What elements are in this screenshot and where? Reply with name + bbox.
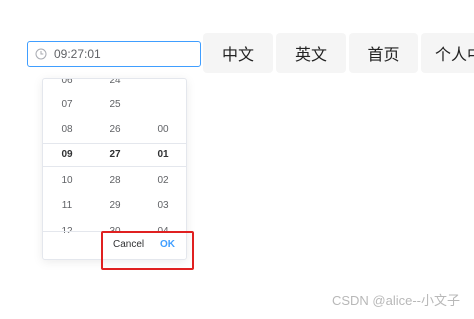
hour-option[interactable]: 06 xyxy=(43,79,91,93)
hour-option[interactable]: 10 xyxy=(43,169,91,193)
top-nav: 中文 英文 首页 个人中 xyxy=(203,33,474,73)
minute-option[interactable]: 25 xyxy=(91,93,139,117)
nav-item-chinese[interactable]: 中文 xyxy=(203,33,273,73)
minute-option[interactable]: 24 xyxy=(91,79,139,93)
nav-item-home[interactable]: 首页 xyxy=(349,33,418,73)
time-input-value: 09:27:01 xyxy=(54,47,101,61)
second-option[interactable]: 03 xyxy=(139,194,186,218)
second-option[interactable]: 02 xyxy=(139,169,186,193)
nav-item-profile[interactable]: 个人中 xyxy=(421,33,474,73)
second-option-selected[interactable]: 01 xyxy=(139,143,186,167)
red-highlight-box xyxy=(101,231,194,270)
clock-icon xyxy=(35,48,47,60)
hour-option[interactable]: 07 xyxy=(43,93,91,117)
watermark: CSDN @alice--小文子 xyxy=(331,293,460,308)
hour-option[interactable]: 11 xyxy=(43,194,91,218)
hour-option-selected[interactable]: 09 xyxy=(43,143,91,167)
minute-option[interactable]: 28 xyxy=(91,169,139,193)
second-option[interactable]: 00 xyxy=(139,118,186,142)
hour-option[interactable]: 08 xyxy=(43,118,91,142)
page: 09:27:01 中文 英文 首页 个人中 06 07 08 09 10 11 … xyxy=(0,0,474,319)
nav-item-english[interactable]: 英文 xyxy=(276,33,346,73)
minute-option[interactable]: 29 xyxy=(91,194,139,218)
time-picker-input[interactable]: 09:27:01 xyxy=(27,41,201,67)
time-spinners: 06 07 08 09 10 11 12 24 25 26 27 28 29 3… xyxy=(43,79,186,233)
minute-option-selected[interactable]: 27 xyxy=(91,143,139,167)
minute-option[interactable]: 26 xyxy=(91,118,139,142)
